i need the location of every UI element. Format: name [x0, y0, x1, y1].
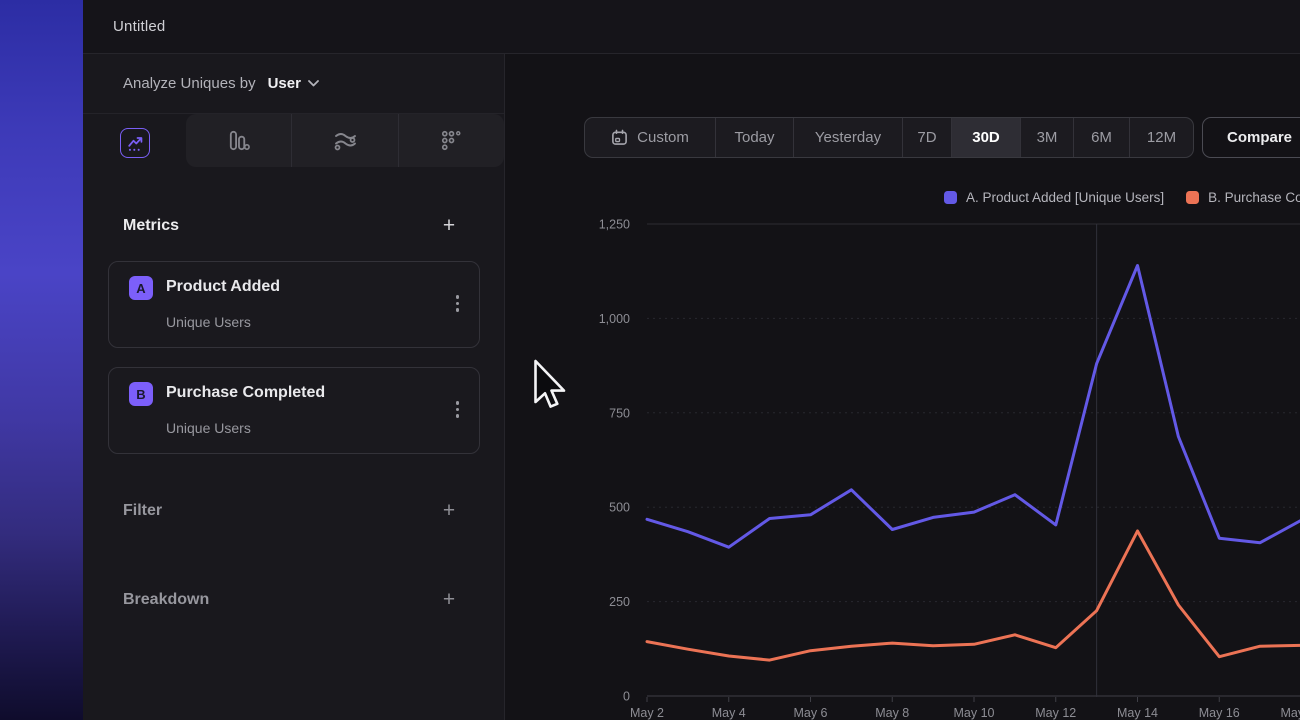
query-builder-sidebar: Analyze Uniques by User — [83, 54, 505, 720]
range-label: 3M — [1037, 129, 1058, 146]
chevron-down-icon — [308, 80, 319, 87]
range-label: 6M — [1091, 129, 1112, 146]
bar-chart-icon — [226, 128, 251, 153]
analyze-by-row: Analyze Uniques by User — [83, 54, 504, 114]
range-12m[interactable]: 12M — [1129, 118, 1193, 157]
analyze-by-label: Analyze Uniques by — [123, 75, 256, 92]
range-6m[interactable]: 6M — [1073, 118, 1129, 157]
metrics-heading: Metrics — [123, 217, 179, 235]
metric-subtitle[interactable]: Unique Users — [166, 314, 251, 330]
line-chart-icon — [126, 134, 145, 153]
analyze-by-value: User — [268, 75, 301, 92]
add-metric-button[interactable]: + — [438, 215, 460, 237]
legend-label: B. Purchase Completed [Unique Users] — [1208, 190, 1300, 205]
calendar-icon — [611, 129, 628, 146]
metric-badge-b: B — [129, 382, 153, 406]
grid-dots-icon — [439, 128, 464, 153]
range-label: Custom — [637, 129, 689, 146]
range-custom[interactable]: Custom — [585, 118, 715, 157]
add-filter-button[interactable]: + — [438, 500, 460, 522]
analytics-app-window: Untitled Analyze Uniques by User — [0, 0, 1300, 720]
mouse-cursor — [533, 359, 567, 411]
range-label: Today — [734, 129, 774, 146]
flow-chart-icon — [332, 128, 358, 154]
range-30d[interactable]: 30D — [951, 118, 1020, 157]
filter-heading: Filter — [123, 502, 162, 520]
range-yesterday[interactable]: Yesterday — [793, 118, 902, 157]
kebab-menu-icon[interactable] — [452, 291, 464, 316]
metric-subtitle[interactable]: Unique Users — [166, 420, 251, 436]
range-label: Yesterday — [815, 129, 881, 146]
add-breakdown-button[interactable]: + — [438, 589, 460, 611]
chart-type-tab-group — [186, 114, 504, 167]
legend-swatch — [944, 191, 957, 204]
breakdown-heading: Breakdown — [123, 591, 209, 609]
kebab-menu-icon[interactable] — [452, 397, 464, 422]
tab-grid-retention[interactable] — [398, 114, 504, 167]
compare-button[interactable]: Compare — [1202, 117, 1300, 158]
chart-legend: A. Product Added [Unique Users] B. Purcha… — [944, 190, 1300, 205]
top-bar: Untitled — [83, 0, 1300, 54]
range-label: 30D — [972, 129, 1000, 146]
chart-type-tabs — [83, 114, 504, 167]
tab-bar-chart[interactable] — [186, 114, 291, 167]
range-label: 12M — [1147, 129, 1176, 146]
metric-badge-a: A — [129, 276, 153, 300]
legend-swatch — [1186, 191, 1199, 204]
legend-item[interactable]: A. Product Added [Unique Users] — [944, 190, 1164, 205]
metric-name: Product Added — [166, 278, 280, 296]
report-title[interactable]: Untitled — [113, 18, 165, 35]
range-today[interactable]: Today — [715, 118, 793, 157]
background-gradient-strip — [0, 0, 83, 720]
range-label: 7D — [917, 129, 936, 146]
legend-label: A. Product Added [Unique Users] — [966, 190, 1164, 205]
metric-card-b[interactable]: B Purchase Completed Unique Users — [108, 367, 480, 454]
range-3m[interactable]: 3M — [1020, 118, 1073, 157]
range-7d[interactable]: 7D — [902, 118, 951, 157]
legend-item[interactable]: B. Purchase Completed [Unique Users] — [1186, 190, 1300, 205]
metric-card-a[interactable]: A Product Added Unique Users — [108, 261, 480, 348]
metric-name: Purchase Completed — [166, 384, 325, 402]
date-range-segmented-control: Custom Today Yesterday 7D 30D 3M 6M 12M — [584, 117, 1194, 158]
tab-flow-chart[interactable] — [291, 114, 397, 167]
tab-line-chart[interactable] — [120, 128, 150, 158]
analyze-by-dropdown[interactable]: User — [268, 75, 319, 92]
